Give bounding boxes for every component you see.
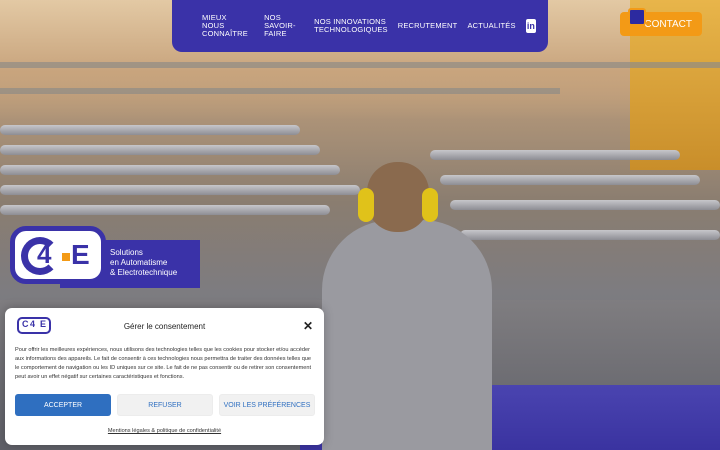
logo-four: 4 [37, 239, 52, 269]
roller [440, 175, 700, 185]
roller [460, 230, 720, 240]
legal-link[interactable]: Mentions légales & politique de confiden… [5, 428, 324, 434]
consent-title: Gérer le consentement [123, 322, 206, 331]
roller [0, 205, 330, 215]
tagline-line: Solutions [110, 248, 143, 257]
nav-item-savoir-faire[interactable]: NOS SAVOIR-FAIRE [264, 14, 304, 38]
main-nav: MIEUX NOUS CONNAÎTRE NOS SAVOIR-FAIRE NO… [172, 0, 548, 52]
roller [0, 125, 300, 135]
beam [0, 62, 720, 68]
consent-body: Pour offrir les meilleures expériences, … [15, 347, 312, 380]
roller [0, 145, 320, 155]
tagline-line: en Automatisme [110, 258, 168, 267]
refuse-button[interactable]: REFUSER [117, 394, 213, 416]
c4e-logo[interactable]: 4 E [10, 226, 106, 284]
nav-item-recrutement[interactable]: RECRUTEMENT [398, 22, 458, 30]
consent-dialog: C 4 E Gérer le consentement ✕ Pour offri… [5, 308, 324, 445]
roller [0, 165, 340, 175]
worker-head [367, 162, 429, 232]
nav-item-mieux-nous-connaitre[interactable]: MIEUX NOUS CONNAÎTRE [202, 14, 254, 38]
contact-icon [628, 8, 646, 26]
accept-button[interactable]: ACCEPTER [15, 394, 111, 416]
brand-tagline: Solutions en Automatisme & Electrotechni… [110, 248, 177, 278]
tagline-line: & Electrotechnique [110, 268, 178, 277]
close-icon[interactable]: ✕ [303, 319, 313, 333]
beam [0, 88, 560, 94]
worker-body [322, 220, 492, 450]
ear-muff-icon [422, 188, 438, 222]
logo-e: E [71, 239, 90, 270]
preferences-button[interactable]: VOIR LES PRÉFÉRENCES [219, 394, 315, 416]
nav-item-innovations[interactable]: NOS INNOVATIONS TECHNOLOGIQUES [314, 18, 388, 34]
linkedin-icon[interactable]: in [525, 19, 536, 33]
roller [0, 185, 360, 195]
nav-item-actualites[interactable]: ACTUALITÉS [467, 22, 515, 30]
brand-block: Solutions en Automatisme & Electrotechni… [0, 226, 200, 290]
logo-dot [62, 253, 70, 261]
roller [430, 150, 680, 160]
roller [450, 200, 720, 210]
contact-label: CONTACT [644, 18, 692, 30]
ear-muff-icon [358, 188, 374, 222]
